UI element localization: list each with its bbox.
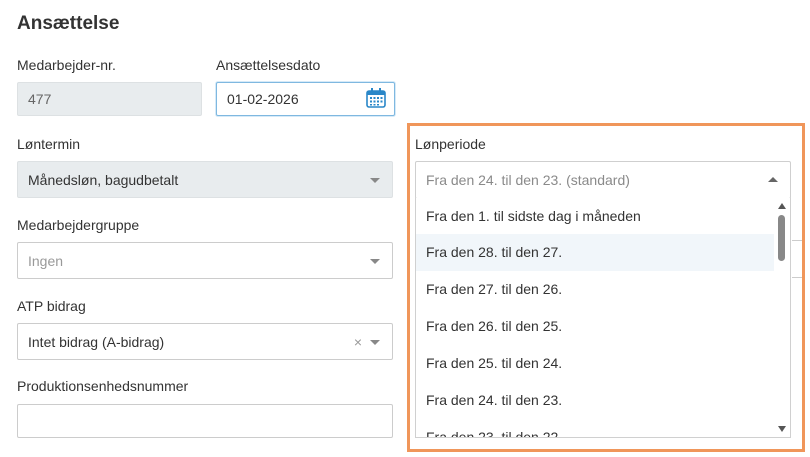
chevron-down-icon (370, 177, 380, 183)
production-unit-input[interactable] (17, 404, 393, 438)
employment-date-label: Ansættelsesdato (216, 57, 321, 73)
atp-value: Intet bidrag (A-bidrag) (28, 333, 165, 350)
section-title: Ansættelse (17, 13, 120, 34)
employee-group-label: Medarbejdergruppe (17, 217, 140, 233)
atp-label: ATP bidrag (17, 298, 86, 314)
employment-date-input[interactable]: 01-02-2026 (216, 82, 395, 116)
pay-term-value: Månedsløn, bagudbetalt (28, 171, 179, 188)
employee-number-label: Medarbejder-nr. (17, 57, 116, 73)
employment-date-value: 01-02-2026 (227, 91, 299, 107)
calendar-icon[interactable] (365, 87, 387, 112)
highlight-frame (407, 123, 805, 452)
production-unit-label: Produktionsenhedsnummer (17, 378, 189, 394)
employee-number-value: 477 (28, 91, 52, 107)
chevron-down-icon (370, 258, 380, 264)
chevron-down-icon (370, 339, 380, 345)
employee-number-field: 477 (17, 82, 202, 116)
clear-icon[interactable]: × (354, 334, 362, 350)
employee-group-value: Ingen (28, 252, 64, 269)
pay-term-select: Månedsløn, bagudbetalt (17, 161, 393, 198)
employee-group-select[interactable]: Ingen (17, 242, 393, 279)
pay-term-label: Løntermin (17, 136, 81, 152)
atp-select[interactable]: Intet bidrag (A-bidrag) × (17, 323, 393, 360)
